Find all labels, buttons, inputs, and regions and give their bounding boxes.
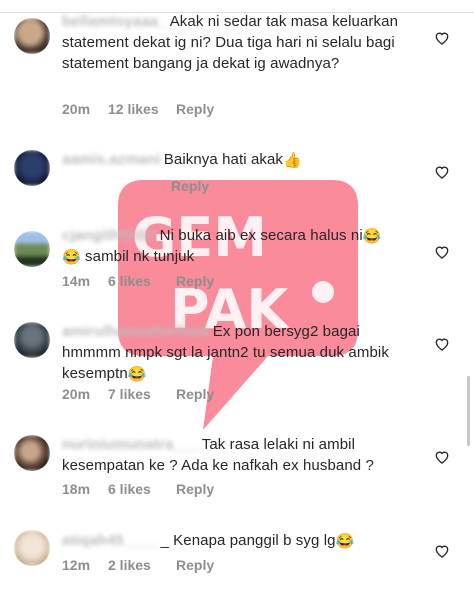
like-heart-icon[interactable] xyxy=(434,543,450,559)
avatar[interactable] xyxy=(14,18,50,54)
reply-button[interactable]: Reply xyxy=(176,481,214,497)
reply-button[interactable]: Reply xyxy=(176,557,214,573)
comment-username[interactable]: aamis.azmani xyxy=(62,151,161,168)
comment-body: cjangiththt07 Ni buka aib ex secara halus… xyxy=(62,225,402,267)
like-heart-icon[interactable] xyxy=(434,336,450,352)
reply-button[interactable]: Reply xyxy=(176,273,214,289)
comment-username[interactable]: cjangiththt07 xyxy=(62,227,157,244)
like-heart-icon[interactable] xyxy=(434,244,450,260)
comment-username[interactable]: atiqah45____ xyxy=(62,532,157,549)
comment-text: _ Kenapa panggil b syg lg xyxy=(160,532,336,549)
comment-time: 18m xyxy=(62,481,91,497)
comment-text: Baiknya hati akak xyxy=(163,151,284,168)
comment-body: atiqah45____ _ Kenapa panggil b syg lg😂 xyxy=(62,530,402,551)
laughing-emoji: 😂 xyxy=(335,533,355,550)
laughing-emoji: 😂 xyxy=(62,249,81,266)
avatar[interactable] xyxy=(14,231,50,267)
comment-username[interactable]: nuriniumunatra___ xyxy=(62,436,199,453)
comment-username[interactable]: amirulhanizahiriham xyxy=(62,323,210,340)
watermark-dot xyxy=(312,281,334,303)
comment-body: aamis.azmani Baiknya hati akak👍 xyxy=(62,149,402,170)
scrollbar[interactable] xyxy=(467,376,470,446)
comment-likes[interactable]: 6 likes xyxy=(108,273,176,289)
avatar[interactable] xyxy=(14,530,50,566)
comment-time: 12m xyxy=(62,557,91,573)
comment-meta: 14m 6 likes Reply xyxy=(62,273,214,289)
comment-meta: 20m 12 likes Reply xyxy=(62,101,214,117)
comment-username[interactable]: bellamtoyaaa_ xyxy=(62,13,167,30)
reply-button[interactable]: Reply xyxy=(171,178,209,194)
avatar[interactable] xyxy=(14,150,50,186)
reply-button[interactable]: Reply xyxy=(176,386,214,402)
comment-likes[interactable] xyxy=(108,178,171,194)
comment-text: Ni buka aib ex secara halus ni xyxy=(159,227,363,244)
reply-button[interactable]: Reply xyxy=(176,101,214,117)
like-heart-icon[interactable] xyxy=(434,30,450,46)
avatar[interactable] xyxy=(14,322,50,358)
comment-time: 20m xyxy=(62,386,91,402)
comment-body: nuriniumunatra___ Tak rasa lelaki ni ambi… xyxy=(62,434,402,476)
avatar[interactable] xyxy=(14,435,50,471)
comment-likes[interactable]: 7 likes xyxy=(108,386,176,402)
comment-body: amirulhanizahiriham Ex pon bersyg2 bagai … xyxy=(62,321,402,384)
comment-meta: 20m 7 likes Reply xyxy=(62,386,214,402)
laughing-emoji: 😂 xyxy=(362,228,382,245)
comment-likes[interactable]: 6 likes xyxy=(108,481,176,497)
thumbs-up-emoji: 👍 xyxy=(283,152,302,169)
comment-time xyxy=(62,178,108,194)
comment-meta: Reply xyxy=(62,178,209,194)
comment-time: 14m xyxy=(62,273,91,289)
like-heart-icon[interactable] xyxy=(434,449,450,465)
comment-body: bellamtoyaaa_ Akak ni sedar tak masa kelu… xyxy=(62,11,402,74)
comment-text-continued: sambil nk tunjuk xyxy=(80,248,195,265)
comment-time: 20m xyxy=(62,101,91,117)
comment-likes[interactable]: 12 likes xyxy=(108,101,176,117)
laughing-emoji: 😂 xyxy=(127,366,147,383)
comment-meta: 18m 6 likes Reply xyxy=(62,481,214,497)
comment-meta: 12m 2 likes Reply xyxy=(62,557,214,573)
comment-likes[interactable]: 2 likes xyxy=(108,557,176,573)
like-heart-icon[interactable] xyxy=(434,164,450,180)
